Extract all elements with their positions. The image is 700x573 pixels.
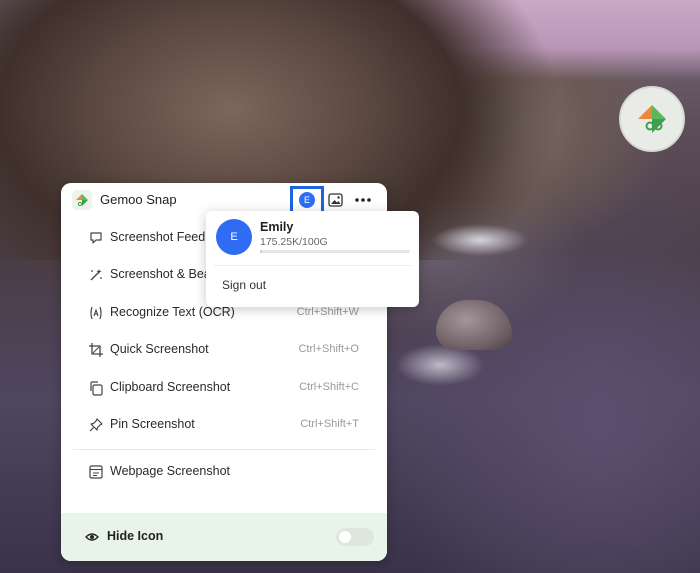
wallpaper-rock — [436, 300, 512, 350]
avatar: E — [299, 192, 315, 208]
menu-item-label: Clipboard Screenshot — [110, 380, 231, 394]
feedback-icon — [90, 232, 102, 244]
webpage-icon — [89, 465, 103, 479]
crop-icon — [89, 343, 103, 357]
app-logo-icon — [72, 190, 92, 210]
app-name: Gemoo Snap — [100, 192, 177, 207]
storage-usage-fill — [260, 250, 262, 253]
pin-icon — [89, 418, 103, 432]
menu-item-webpage-screenshot[interactable]: Webpage Screenshot — [61, 457, 387, 487]
eye-icon — [85, 533, 99, 541]
menu-item-label: Screenshot Feedb — [110, 230, 213, 244]
menu-item-label: Webpage Screenshot — [110, 464, 230, 478]
sign-out-button[interactable]: Sign out — [222, 278, 266, 292]
shortcut-hint: Ctrl+Shift+T — [300, 418, 359, 430]
shortcut-hint: Ctrl+Shift+O — [298, 343, 359, 355]
menu-divider — [73, 449, 375, 450]
user-name: Emily — [260, 220, 294, 234]
toggle-knob — [339, 531, 351, 543]
menu-item-label: Screenshot & Bea — [110, 267, 211, 281]
clipboard-icon — [90, 381, 103, 396]
storage-usage-bar — [260, 250, 410, 253]
menu-item-label: Recognize Text (OCR) — [110, 305, 235, 319]
hide-icon-label: Hide Icon — [107, 529, 164, 543]
menu-item-label: Pin Screenshot — [110, 417, 195, 431]
image-gallery-icon[interactable] — [327, 192, 343, 208]
more-options-icon[interactable] — [355, 192, 371, 208]
ocr-icon — [90, 306, 102, 320]
menu-item-pin-screenshot[interactable]: Pin Screenshot Ctrl+Shift+T — [61, 410, 387, 440]
menu-item-clipboard-screenshot[interactable]: Clipboard Screenshot Ctrl+Shift+C — [61, 373, 387, 403]
hide-icon-toggle[interactable] — [336, 528, 374, 546]
account-popup: E Emily 175.25K/100G Sign out — [206, 211, 419, 307]
account-avatar-button[interactable]: E — [290, 186, 324, 214]
floating-snap-icon[interactable] — [619, 86, 685, 152]
shortcut-hint: Ctrl+Shift+W — [296, 306, 359, 318]
beautify-icon — [90, 269, 102, 281]
menu-item-label: Quick Screenshot — [110, 342, 209, 356]
scissors-logo-icon — [638, 105, 666, 133]
menu-item-quick-screenshot[interactable]: Quick Screenshot Ctrl+Shift+O — [61, 335, 387, 365]
storage-quota: 175.25K/100G — [260, 236, 328, 248]
shortcut-hint: Ctrl+Shift+C — [299, 381, 359, 393]
avatar: E — [216, 219, 252, 255]
hide-icon-bar: Hide Icon — [61, 513, 387, 561]
popup-divider — [214, 265, 411, 266]
wallpaper-surf — [420, 210, 540, 260]
